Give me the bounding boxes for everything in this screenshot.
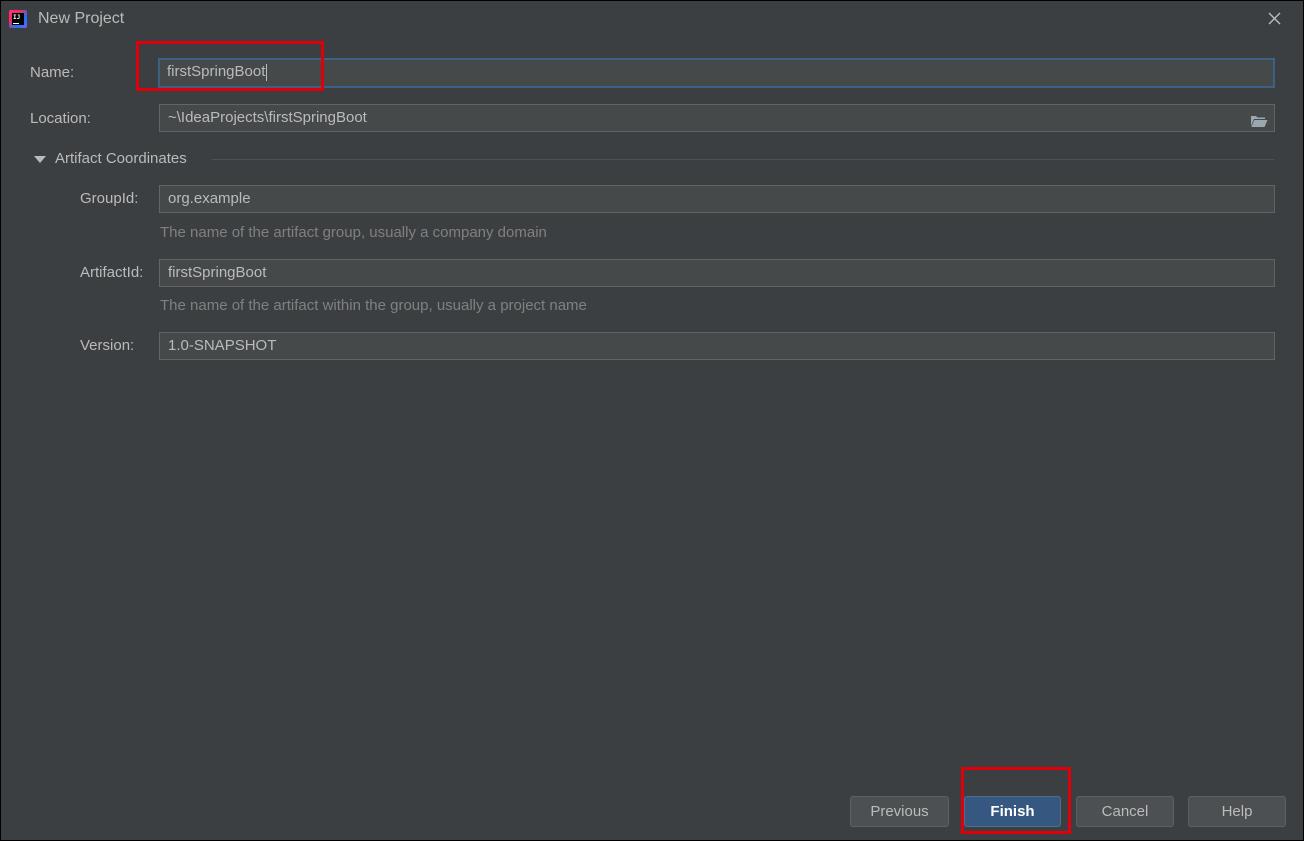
group-id-input-value: org.example bbox=[168, 190, 251, 207]
finish-button[interactable]: Finish bbox=[964, 796, 1061, 827]
location-input-value: ~\IdeaProjects\firstSpringBoot bbox=[168, 109, 367, 126]
folder-icon bbox=[1251, 116, 1268, 127]
version-input[interactable]: 1.0-SNAPSHOT bbox=[159, 332, 1275, 360]
name-label: Name: bbox=[30, 64, 75, 81]
browse-folder-button[interactable] bbox=[1250, 111, 1268, 127]
close-button[interactable] bbox=[1263, 7, 1285, 29]
group-id-input[interactable]: org.example bbox=[159, 185, 1275, 213]
artifact-id-input[interactable]: firstSpringBoot bbox=[159, 259, 1275, 287]
section-divider bbox=[212, 159, 1274, 160]
triangle-down-icon bbox=[34, 156, 46, 163]
group-id-label: GroupId: bbox=[80, 190, 139, 207]
group-id-hint: The name of the artifact group, usually … bbox=[160, 224, 547, 241]
location-label: Location: bbox=[30, 110, 91, 127]
close-icon bbox=[1268, 12, 1281, 25]
intellij-logo-icon: IJ bbox=[9, 10, 27, 28]
name-input-value: firstSpringBoot bbox=[167, 63, 266, 80]
previous-button[interactable]: Previous bbox=[850, 796, 949, 827]
help-button[interactable]: Help bbox=[1188, 796, 1286, 827]
window-title: New Project bbox=[38, 10, 125, 27]
artifact-id-label: ArtifactId: bbox=[80, 264, 144, 281]
version-label: Version: bbox=[80, 337, 135, 354]
text-caret bbox=[266, 63, 268, 81]
new-project-dialog: IJ New Project Name: firstSpringBoot Loc… bbox=[0, 0, 1304, 841]
artifact-coordinates-title: Artifact Coordinates bbox=[55, 150, 187, 167]
title-bar: IJ New Project bbox=[1, 1, 1303, 37]
artifact-id-input-value: firstSpringBoot bbox=[168, 264, 267, 281]
version-input-value: 1.0-SNAPSHOT bbox=[168, 337, 277, 354]
cancel-button[interactable]: Cancel bbox=[1076, 796, 1174, 827]
location-input[interactable]: ~\IdeaProjects\firstSpringBoot bbox=[159, 104, 1275, 132]
logo-text: IJ bbox=[13, 14, 21, 21]
artifact-id-hint: The name of the artifact within the grou… bbox=[160, 297, 587, 314]
name-input[interactable]: firstSpringBoot bbox=[158, 58, 1275, 88]
